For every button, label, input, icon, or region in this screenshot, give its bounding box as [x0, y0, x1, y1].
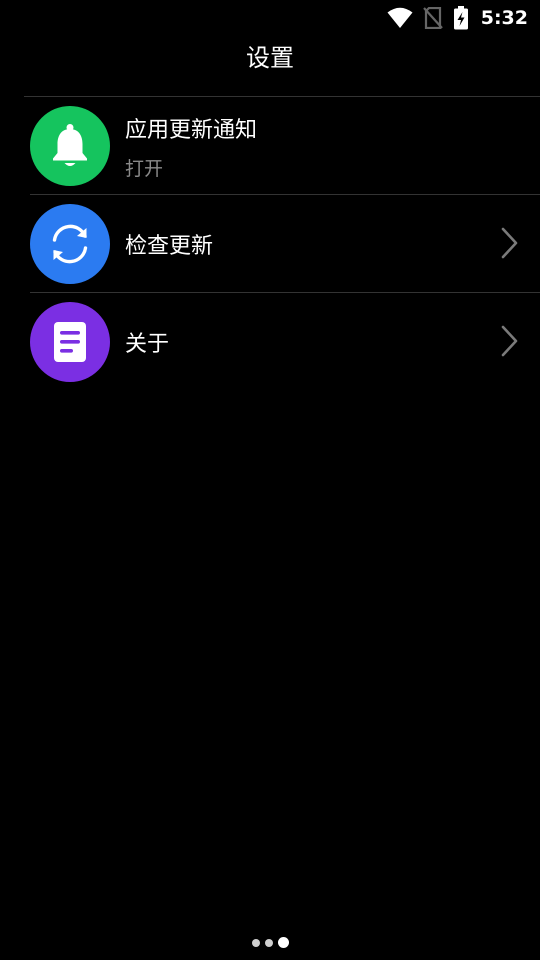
settings-item-about[interactable]: 关于 [0, 293, 540, 391]
page-title: 设置 [246, 44, 294, 72]
settings-item-check-update[interactable]: 检查更新 [0, 195, 540, 293]
document-icon-avatar [30, 302, 110, 382]
page-indicator [0, 937, 540, 948]
page-dot-active[interactable] [277, 937, 289, 948]
item-text: 应用更新通知 打开 [125, 112, 257, 181]
bell-icon [53, 124, 87, 166]
status-time: 5:32 [480, 7, 528, 29]
item-text: 检查更新 [125, 228, 213, 260]
page-dot[interactable] [264, 938, 273, 947]
item-label: 检查更新 [125, 234, 214, 259]
item-label: 应用更新通知 [125, 117, 258, 143]
battery-charging-icon [453, 6, 469, 30]
settings-item-update-notification[interactable]: 应用更新通知 打开 [0, 97, 540, 195]
bell-icon-avatar [30, 106, 110, 186]
chevron-right-icon [500, 325, 518, 361]
wifi-icon [387, 7, 413, 29]
settings-screen: 5:32 设置 应用更新通知 打开 检查更新 关于 [0, 0, 540, 960]
status-bar: 5:32 [0, 0, 540, 36]
chevron-right-icon [500, 227, 518, 263]
settings-list: 应用更新通知 打开 检查更新 关于 [0, 97, 540, 391]
document-icon [54, 322, 86, 362]
item-label: 关于 [125, 332, 170, 357]
sync-icon [52, 224, 88, 264]
item-sublabel: 打开 [125, 157, 164, 180]
item-text: 关于 [125, 326, 169, 358]
sync-icon-avatar [30, 204, 110, 284]
no-sim-icon [422, 7, 443, 29]
page-dot[interactable] [251, 938, 260, 947]
